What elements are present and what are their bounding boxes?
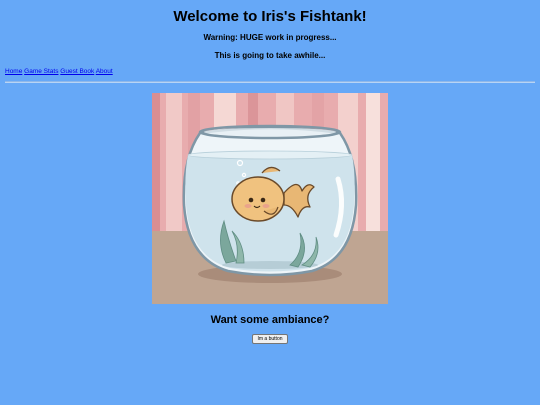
progress-note: This is going to take awhile... [214, 51, 326, 60]
fishbowl-image [152, 93, 388, 304]
nav-link-about[interactable]: About [96, 68, 113, 75]
ambiance-button[interactable]: Im a button [252, 334, 288, 344]
warning-text: Warning: HUGE work in progress... [203, 33, 337, 42]
divider [5, 81, 535, 83]
ambiance-heading: Want some ambiance? [210, 314, 330, 326]
page-title: Welcome to Iris's Fishtank! [173, 8, 367, 25]
nav-link-game-stats[interactable]: Game Stats [24, 68, 58, 75]
nav-bar: Home Game Stats Guest Book About [5, 68, 113, 75]
nav-link-guest-book[interactable]: Guest Book [60, 68, 94, 75]
nav-link-home[interactable]: Home [5, 68, 22, 75]
